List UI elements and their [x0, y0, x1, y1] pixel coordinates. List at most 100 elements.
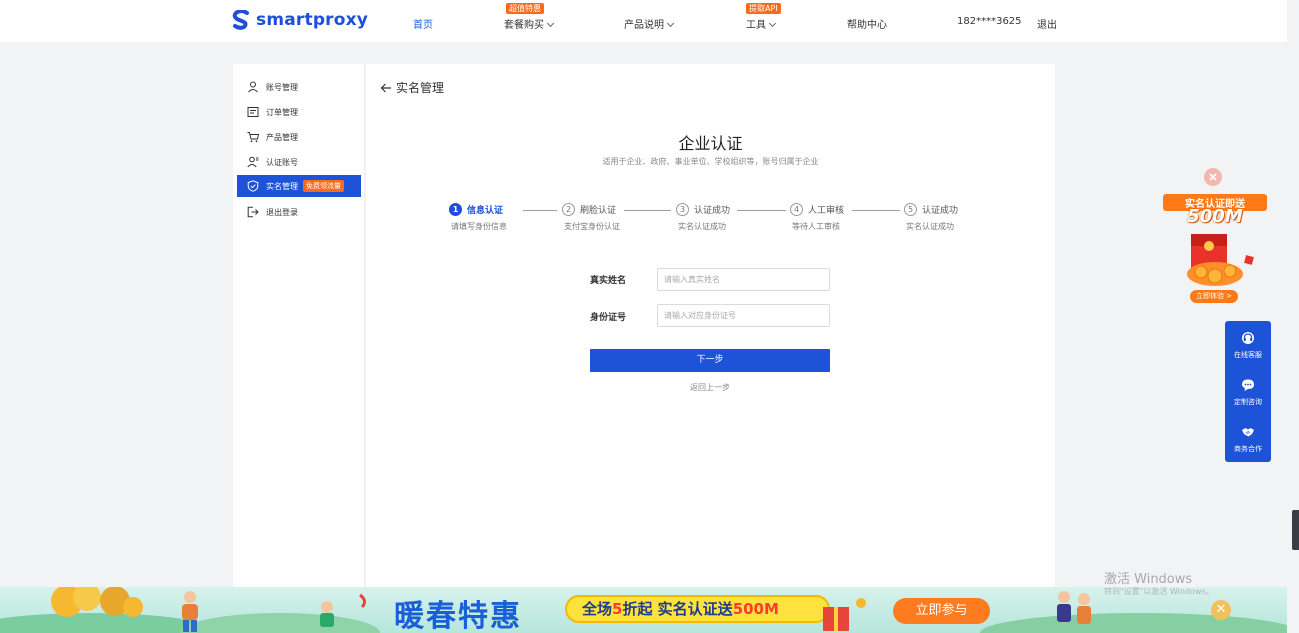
- sidebar-item-account[interactable]: 账号管理: [237, 76, 361, 98]
- id-label: 身份证号: [590, 313, 627, 323]
- promo-try-button[interactable]: 立即体验 >: [1190, 290, 1238, 303]
- step-label: 认证成功: [694, 206, 731, 216]
- nav-packages[interactable]: 套餐购买: [504, 16, 555, 31]
- logo[interactable]: smartproxy: [232, 10, 368, 30]
- chevron-down-icon: [768, 19, 777, 28]
- step-number: 2: [562, 203, 575, 216]
- banner-join-button[interactable]: 立即参与: [893, 598, 990, 624]
- user-phone[interactable]: 182****3625: [957, 16, 1022, 27]
- step-label: 认证成功: [922, 206, 959, 216]
- sidebar-item-products[interactable]: 产品管理: [237, 126, 361, 148]
- step-number: 1: [449, 203, 462, 216]
- sidebar-item-label: 账号管理: [266, 82, 298, 92]
- banner-decoration: [980, 613, 1287, 633]
- banner-title: 暖春特惠: [394, 599, 522, 633]
- step-label: 信息认证: [467, 206, 504, 216]
- real-name-input[interactable]: 请输入真实姓名: [657, 268, 830, 291]
- person-illustration-icon: [182, 591, 198, 632]
- chat-icon: [1242, 379, 1254, 391]
- user-icon: [248, 81, 258, 93]
- nav-badge-promo: 超值特惠: [506, 3, 544, 14]
- handshake-icon: [1242, 428, 1254, 437]
- logout-link[interactable]: 退出: [1037, 16, 1057, 31]
- nav-product-info-label: 产品说明: [624, 20, 664, 31]
- page-title: 企业认证: [678, 134, 743, 153]
- step-desc: 等待人工审核: [792, 222, 840, 231]
- next-step-button[interactable]: 下一步: [590, 349, 830, 372]
- step-3: 3 认证成功 实名认证成功: [676, 203, 730, 232]
- gift-illustration-icon: [823, 598, 866, 631]
- nav-badge-api: 提取API: [746, 3, 781, 14]
- custom-consult-label: 定制咨询: [1234, 398, 1262, 406]
- online-service-button[interactable]: 在线客服: [1225, 331, 1271, 360]
- arrow-left-icon: [380, 83, 391, 92]
- step-label: 刷脸认证: [580, 206, 617, 216]
- sidebar: 账号管理 订单管理 产品管理 认证账号 实名管理 免费领流量 退出登录: [233, 64, 365, 592]
- banner-offer-c: 折起 实名认证送: [622, 600, 733, 618]
- step-number: 4: [790, 203, 803, 216]
- close-icon[interactable]: [1204, 168, 1222, 186]
- custom-consult-button[interactable]: 定制咨询: [1225, 378, 1271, 407]
- business-coop-button[interactable]: 商务合作: [1225, 425, 1271, 454]
- step-connector: [852, 210, 900, 211]
- tree-illustration-icon: [51, 587, 143, 617]
- windows-activation-text: 激活 Windows: [1104, 572, 1193, 587]
- nav-tools[interactable]: 工具: [746, 16, 777, 31]
- step-4: 4 人工审核 等待人工审核: [790, 203, 844, 232]
- step-label: 人工审核: [808, 206, 845, 216]
- logo-text: smartproxy: [256, 10, 369, 30]
- sidebar-item-real-name[interactable]: 实名管理 免费领流量: [237, 175, 361, 197]
- step-number: 3: [676, 203, 689, 216]
- prev-step-link[interactable]: 返回上一步: [590, 382, 830, 393]
- red-envelope-icon: [1187, 234, 1254, 286]
- back-label: 实名管理: [396, 81, 445, 95]
- step-2: 2 刷脸认证 支付宝身份认证: [562, 203, 620, 232]
- back-button[interactable]: 实名管理: [380, 79, 444, 96]
- step-1: 1 信息认证 请填写身份信息: [449, 203, 507, 232]
- sidebar-item-label: 订单管理: [266, 107, 298, 117]
- bottom-promo-banner[interactable]: 暖春特惠 全场5折起 实名认证送500M 立即参与 转到"设置"以激活 Wind…: [0, 587, 1287, 633]
- sidebar-item-logout[interactable]: 退出登录: [237, 201, 361, 223]
- nav-packages-label: 套餐购买: [504, 20, 544, 31]
- order-icon: [247, 107, 259, 117]
- shield-icon: [247, 180, 259, 192]
- step-connector: [523, 210, 557, 211]
- step-desc: 请填写身份信息: [451, 222, 507, 231]
- banner-offer: 全场5折起 实名认证送500M: [565, 595, 830, 623]
- sidebar-item-auth-accounts[interactable]: 认证账号: [237, 151, 361, 173]
- service-bar: 在线客服 定制咨询 商务合作: [1225, 321, 1271, 462]
- promo-float[interactable]: 实名认证即送 500M 立即体验 >: [1155, 168, 1273, 308]
- top-header: smartproxy 首页 超值特惠 套餐购买 产品说明 提取API 工具 帮助…: [0, 0, 1287, 42]
- step-connector: [737, 210, 786, 211]
- sidebar-item-label: 产品管理: [266, 132, 298, 142]
- couple-illustration-icon: [1057, 591, 1091, 624]
- chevron-down-icon: [546, 19, 555, 28]
- sidebar-item-label: 实名管理: [266, 181, 298, 191]
- step-number: 5: [904, 203, 917, 216]
- logo-mark-icon: [232, 10, 249, 30]
- promo-size: 500M: [1187, 206, 1243, 227]
- side-scroll-tab[interactable]: [1292, 510, 1299, 550]
- chevron-down-icon: [666, 19, 675, 28]
- sidebar-item-label: 认证账号: [266, 157, 298, 167]
- users-icon: [247, 156, 259, 168]
- id-number-input[interactable]: 请输入对应身份证号: [657, 304, 830, 327]
- step-5: 5 认证成功 实名认证成功: [904, 203, 958, 232]
- step-desc: 实名认证成功: [906, 222, 954, 231]
- name-label: 真实姓名: [590, 276, 627, 286]
- step-connector: [624, 210, 671, 211]
- online-service-label: 在线客服: [1234, 351, 1262, 359]
- step-desc: 支付宝身份认证: [564, 222, 620, 231]
- free-traffic-badge: 免费领流量: [303, 180, 344, 192]
- nav-home[interactable]: 首页: [413, 16, 433, 31]
- sidebar-item-orders[interactable]: 订单管理: [237, 101, 361, 123]
- logout-icon: [247, 206, 259, 218]
- nav-help[interactable]: 帮助中心: [847, 16, 887, 31]
- sidebar-item-label: 退出登录: [266, 207, 298, 217]
- banner-close-icon[interactable]: ✕: [1211, 600, 1231, 620]
- headset-icon: [1242, 332, 1254, 344]
- nav-product-info[interactable]: 产品说明: [624, 16, 675, 31]
- nav-tools-label: 工具: [746, 20, 766, 31]
- banner-offer-discount: 5: [612, 600, 623, 618]
- kite-illustration-icon: [320, 593, 367, 627]
